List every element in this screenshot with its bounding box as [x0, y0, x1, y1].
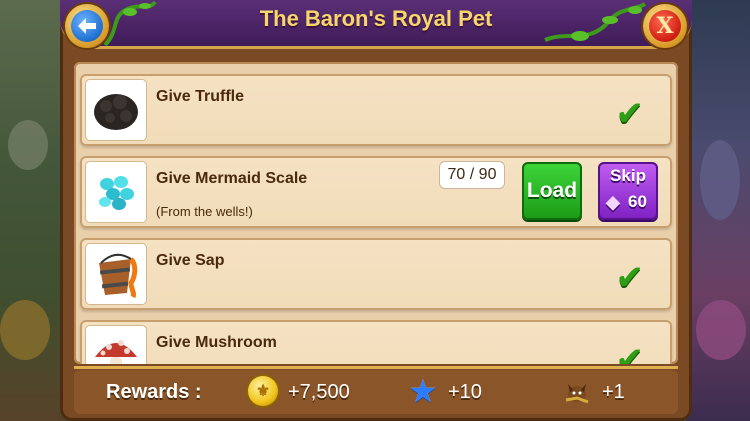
back-arrow-icon — [71, 10, 103, 42]
item-reward: +1 — [602, 381, 625, 403]
back-button[interactable] — [65, 4, 109, 48]
truffle-icon — [86, 80, 146, 140]
task-list[interactable]: Give Truffle ✔ Give Mermaid Scale (From … — [74, 62, 678, 364]
vine-decoration-right — [544, 2, 647, 42]
task-name: Give Sap — [156, 252, 225, 269]
load-button[interactable]: Load — [522, 162, 582, 220]
task-row-mushroom: Give Mushroom ✔ — [80, 320, 672, 364]
checkmark-icon: ✔ — [615, 258, 645, 298]
skip-button[interactable]: Skip ◆ 60 — [598, 162, 658, 220]
vine-decoration-left — [103, 0, 157, 47]
mushroom-icon — [86, 326, 146, 364]
task-row-truffle: Give Truffle ✔ — [80, 74, 672, 146]
progress-count: 70 / 90 — [440, 162, 504, 188]
dialog-panel: The Baron's Royal Pet X Give Truffle ✔ G… — [60, 0, 692, 421]
pet-item-icon — [562, 376, 592, 406]
gem-icon: ◆ — [606, 192, 620, 212]
coins-reward: +7,500 — [288, 381, 350, 403]
task-name: Give Truffle — [156, 88, 245, 105]
task-name: Give Mushroom — [156, 334, 277, 351]
skip-cost: 60 — [628, 192, 647, 211]
task-name: Give Mermaid Scale — [156, 170, 308, 187]
mermaid-scale-icon — [86, 162, 146, 222]
skip-label: Skip — [610, 166, 646, 185]
close-icon: X — [649, 10, 681, 42]
task-row-sap: Give Sap ✔ — [80, 238, 672, 310]
rewards-label: Rewards : — [106, 381, 202, 403]
sap-bucket-icon — [86, 244, 146, 304]
task-row-mermaid-scale: Give Mermaid Scale (From the wells!) 70 … — [80, 156, 672, 228]
checkmark-icon: ✔ — [615, 94, 645, 134]
xp-reward: +10 — [448, 381, 482, 403]
task-hint: (From the wells!) — [156, 204, 253, 219]
xp-star-icon: ★ — [408, 373, 438, 409]
coin-icon: ⚜ — [248, 376, 278, 406]
checkmark-icon: ✔ — [615, 340, 645, 364]
rewards-divider — [74, 366, 678, 369]
rewards-bar: Rewards : ⚜ +7,500 ★ +10 +1 — [74, 370, 678, 414]
close-button[interactable]: X — [643, 4, 687, 48]
